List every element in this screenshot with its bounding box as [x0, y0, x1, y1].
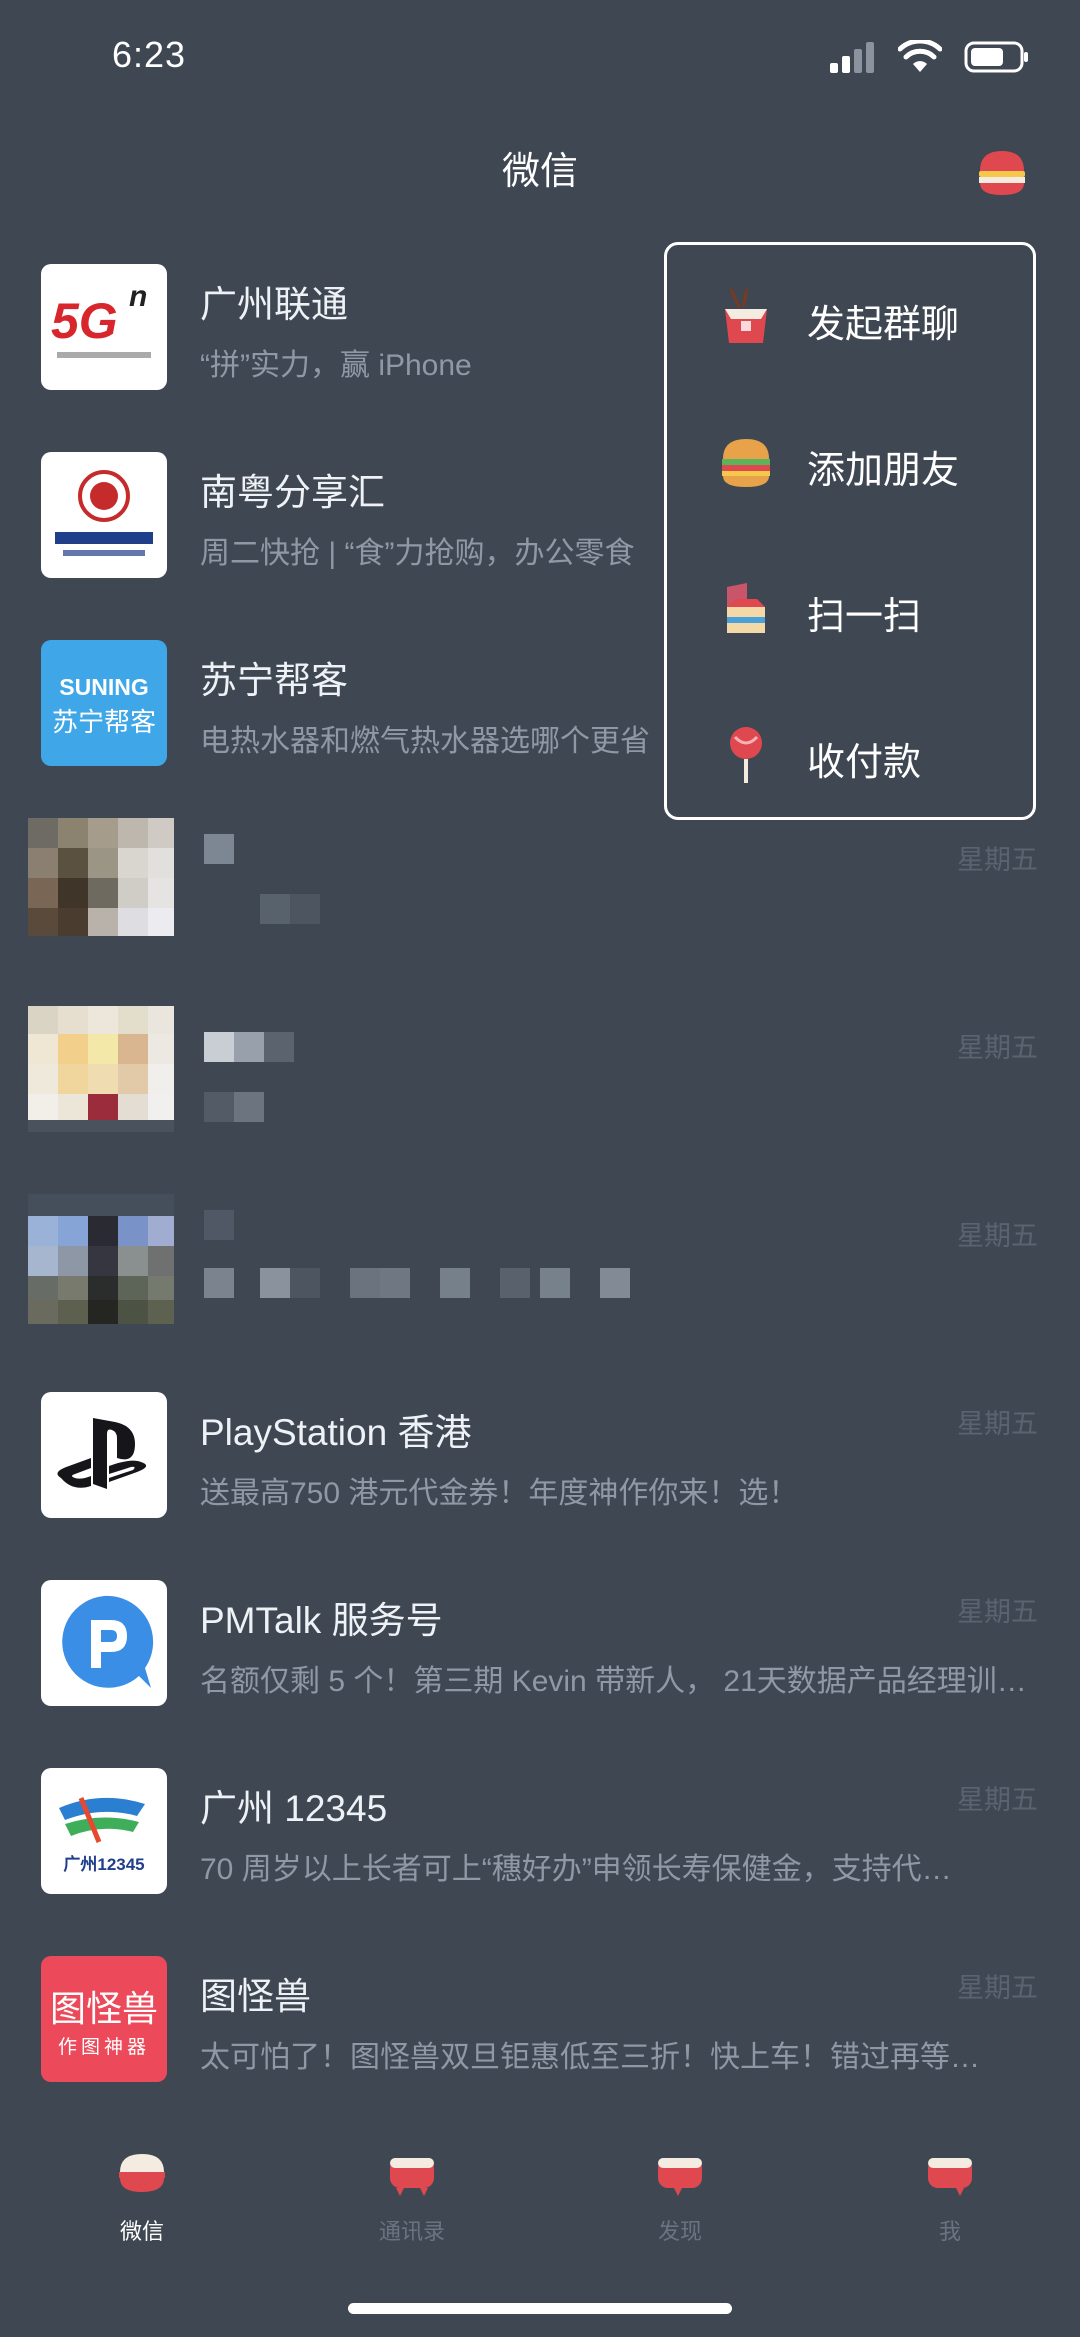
burger-icon	[722, 439, 770, 487]
pixelated-text	[204, 834, 320, 924]
gz12345-logo-icon	[59, 1797, 145, 1843]
signal-icon	[830, 42, 874, 73]
menu-item-add-friend[interactable]: 添加朋友	[667, 391, 1033, 537]
chat-name: PlayStation 香港	[200, 1412, 472, 1453]
avatar-pixelated	[28, 1006, 174, 1132]
chat-row-pixelated[interactable]: 星期五	[0, 1006, 1080, 1200]
status-time: 6:23	[112, 34, 187, 75]
avatar-suning-top: SUNING	[59, 674, 149, 700]
avatar-gz12345-text: 广州12345	[63, 1855, 145, 1874]
pixelated-text	[204, 1032, 294, 1122]
nanyue-logo-icon	[55, 470, 153, 556]
home-indicator[interactable]	[348, 2303, 732, 2314]
avatar-pixelated	[28, 818, 174, 936]
avatar-suning-bottom: 苏宁帮客	[51, 707, 156, 737]
menu-item-scan[interactable]: 扫一扫	[667, 537, 1033, 683]
me-tab-icon	[928, 2158, 972, 2196]
chat-preview: 名额仅剩 5 个！第三期 Kevin 带新人， 21天数据产品经理训…	[200, 1665, 1027, 1698]
battery-icon	[964, 41, 1028, 73]
chats-tab-icon	[119, 2154, 165, 2192]
chat-row-pixelated[interactable]: 星期五	[0, 1194, 1080, 1388]
avatar-playstation	[41, 1392, 167, 1518]
chat-row-gz12345[interactable]: 广州12345 广州 12345 70 周岁以上长者可上“穗好办”申领长寿保健金…	[0, 1764, 1080, 1952]
tab-label: 微信	[119, 2219, 164, 2244]
avatar-pmtalk	[41, 1580, 167, 1706]
chat-name: 广州联通	[200, 284, 348, 325]
tab-label: 通讯录	[378, 2219, 445, 2244]
avatar-tuguaishou-top: 图怪兽	[49, 1988, 158, 2029]
avatar-tuguaishou: 图怪兽 作图神器	[41, 1956, 167, 2082]
menu-item-group-chat[interactable]: 发起群聊	[667, 245, 1033, 391]
chat-name: 广州 12345	[200, 1788, 388, 1829]
svg-text:n: n	[129, 280, 147, 313]
page-title: 微信	[501, 151, 578, 193]
pixelated-text	[204, 1210, 630, 1298]
chat-time: 星期五	[957, 1973, 1038, 2003]
chat-preview: 70 周岁以上长者可上“穗好办”申领长寿保健金，支持代…	[200, 1853, 952, 1886]
menu-item-payment[interactable]: 收付款	[667, 683, 1033, 829]
avatar-pixelated	[28, 1194, 174, 1324]
lollipop-icon	[730, 727, 762, 783]
discover-tab-icon	[658, 2158, 702, 2196]
avatar-5g: 5G n	[41, 264, 167, 390]
menu-item-label: 发起群聊	[807, 304, 960, 346]
chat-preview: 送最高750 港元代金券！年度神作你来！选！	[200, 1477, 799, 1510]
avatar-gz12345: 广州12345	[41, 1768, 167, 1894]
menu-item-label: 扫一扫	[807, 596, 922, 638]
chat-row-pmtalk[interactable]: PMTalk 服务号 名额仅剩 5 个！第三期 Kevin 带新人， 21天数据…	[0, 1576, 1080, 1764]
add-menu-icon[interactable]	[974, 145, 1030, 201]
chat-name: 苏宁帮客	[200, 660, 348, 701]
chat-name: 南粤分享汇	[200, 472, 385, 513]
chat-name: PMTalk 服务号	[200, 1600, 443, 1641]
tab-label: 发现	[657, 2219, 702, 2244]
status-bar: 6:23	[0, 0, 1080, 120]
5g-logo-icon: 5G n	[51, 280, 151, 358]
menu-item-label: 添加朋友	[807, 450, 960, 492]
avatar-suning: SUNING 苏宁帮客	[41, 640, 167, 766]
tab-me[interactable]: 我	[850, 2120, 1050, 2260]
wifi-icon	[898, 40, 942, 72]
tab-bar: 微信 通讯录 发现 我	[0, 2120, 1080, 2260]
chat-time: 星期五	[957, 1221, 1038, 1251]
avatar-tuguaishou-bottom: 作图神器	[57, 2037, 150, 2058]
tab-discover[interactable]: 发现	[580, 2120, 780, 2260]
chat-time: 星期五	[957, 1409, 1038, 1439]
cake-slice-icon	[727, 583, 765, 633]
chat-time: 星期五	[957, 845, 1038, 875]
chat-name: 图怪兽	[200, 1976, 311, 2017]
chat-row-playstation[interactable]: PlayStation 香港 送最高750 港元代金券！年度神作你来！选！ 星期…	[0, 1388, 1080, 1576]
chat-time: 星期五	[957, 1597, 1038, 1627]
status-icons	[828, 40, 1030, 74]
chat-time: 星期五	[957, 1033, 1038, 1063]
chat-time: 星期五	[957, 1785, 1038, 1815]
chat-row-tuguaishou[interactable]: 图怪兽 作图神器 图怪兽 太可怕了！图怪兽双旦钜惠低至三折！快上车！错过再等… …	[0, 1952, 1080, 2140]
menu-item-label: 收付款	[807, 742, 922, 784]
add-popup-menu: 发起群聊 添加朋友 扫一扫 收付款	[664, 242, 1036, 820]
chat-preview: 太可怕了！图怪兽双旦钜惠低至三折！快上车！错过再等…	[200, 2041, 980, 2074]
chat-row-pixelated[interactable]: 星期五	[0, 818, 1080, 1012]
tab-label: 我	[938, 2219, 961, 2244]
svg-text:5G: 5G	[51, 293, 118, 349]
takeout-box-icon	[725, 288, 767, 343]
playstation-logo-icon	[57, 1418, 147, 1489]
contacts-tab-icon	[390, 2158, 434, 2196]
avatar-nanyue	[41, 452, 167, 578]
pmtalk-logo-icon	[62, 1595, 154, 1688]
tab-chats[interactable]: 微信	[42, 2120, 242, 2260]
tab-contacts[interactable]: 通讯录	[312, 2120, 512, 2260]
